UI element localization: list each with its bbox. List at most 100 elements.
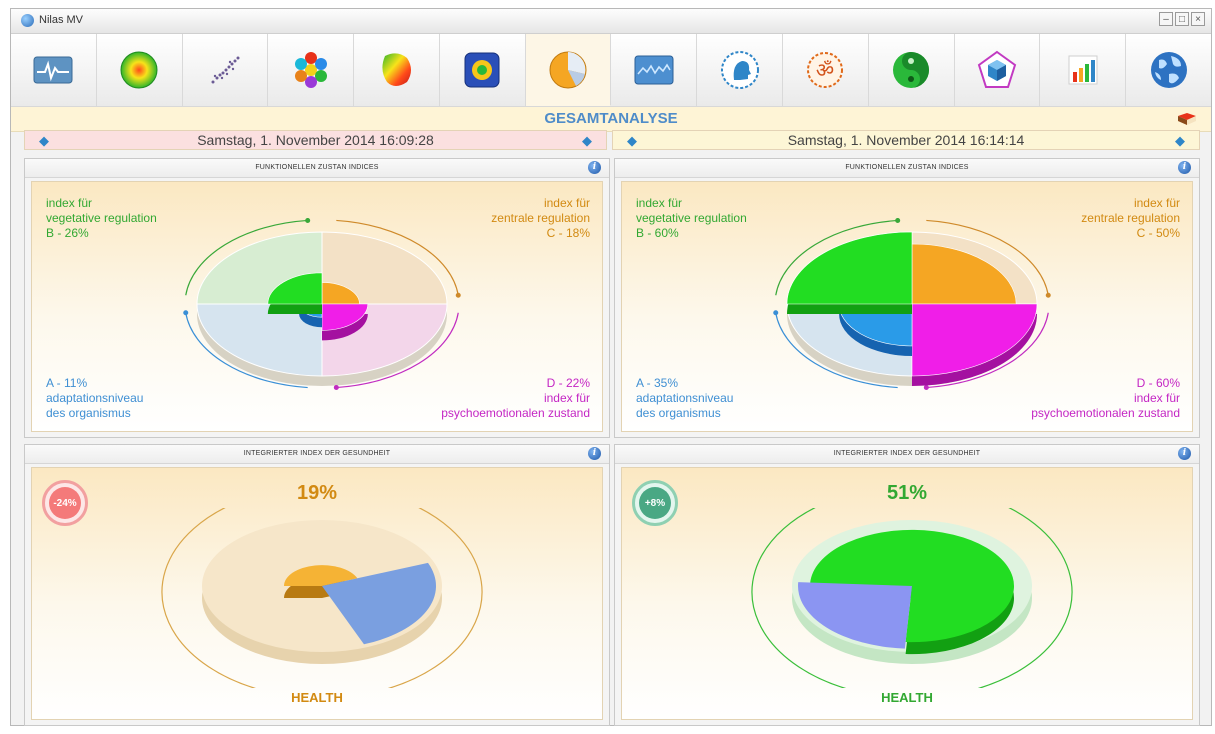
- toolbar-head-button[interactable]: [697, 34, 784, 106]
- wave-graph-icon: [634, 55, 674, 85]
- right-health-title: INTEGRIERTER INDEX DER GESUNDHEIT: [615, 445, 1199, 464]
- toolbar-globe-button[interactable]: [1126, 34, 1211, 106]
- a-label-line1: adaptationsniveau: [636, 391, 734, 405]
- d-label-line2: psychoemotionalen zustand: [1031, 406, 1180, 420]
- right-functional-panel: FUNKTIONELLEN ZUSTAN INDICES i index für…: [614, 158, 1200, 438]
- right-functional-body: index für vegetative regulation B - 60% …: [621, 181, 1193, 432]
- c-value: C - 18%: [546, 226, 590, 240]
- toolbar-heatmap-button[interactable]: [354, 34, 440, 106]
- toolbar-bar-button[interactable]: [1040, 34, 1127, 106]
- toolbar-scatter-button[interactable]: [183, 34, 269, 106]
- right-date-bar: ◆ Samstag, 1. November 2014 16:14:14 ◆: [612, 130, 1200, 150]
- left-health-label: HEALTH: [291, 690, 343, 705]
- right-functional-pie: [773, 218, 1051, 391]
- info-icon[interactable]: i: [588, 161, 601, 174]
- health-remainder-sector: [798, 582, 912, 649]
- b-label-line1: index für: [46, 196, 93, 210]
- left-functional-pie: [183, 218, 461, 391]
- right-functional-title: FUNKTIONELLEN ZUSTAN INDICES: [615, 159, 1199, 178]
- a-value: A - 35%: [636, 376, 679, 390]
- window-title: Nilas MV: [39, 14, 84, 26]
- a-label-line2: des organismus: [636, 406, 721, 420]
- b-label-line2: vegetative regulation: [636, 211, 747, 225]
- sector-d: [911, 303, 1038, 377]
- rotation-arrowhead-d: [333, 385, 339, 391]
- molecule-icon: [294, 52, 327, 88]
- toolbar-wave-button[interactable]: [611, 34, 698, 106]
- book-icon[interactable]: [1177, 112, 1197, 126]
- toolbar-pentagon-button[interactable]: [955, 34, 1041, 106]
- rotation-arrowhead-a: [773, 310, 779, 316]
- right-next-arrow-icon[interactable]: ◆: [1175, 132, 1185, 150]
- toolbar-pie-button[interactable]: [525, 34, 612, 106]
- toolbar-om-button[interactable]: ॐ: [783, 34, 869, 106]
- a-value: A - 11%: [46, 376, 88, 390]
- info-icon[interactable]: i: [588, 447, 601, 460]
- title-bar: Nilas MV – □ ×: [11, 9, 1211, 34]
- right-c-label: index für zentrale regulation C - 50%: [1081, 196, 1180, 241]
- toolbar: ॐ: [11, 34, 1211, 107]
- left-functional-title: FUNKTIONELLEN ZUSTAN INDICES: [25, 159, 609, 178]
- right-prev-arrow-icon[interactable]: ◆: [627, 132, 637, 150]
- toolbar-monitor-button[interactable]: [11, 34, 97, 106]
- frequency-map-icon: [464, 52, 500, 88]
- left-health-percent: 19%: [296, 482, 338, 504]
- section-header: GESAMTANALYSE: [11, 107, 1211, 132]
- c-label-line2: zentrale regulation: [491, 211, 590, 225]
- left-health-body: -24% 19% HEALTH: [31, 467, 603, 720]
- pentagon-cube-icon: [977, 50, 1017, 88]
- c-label-line1: index für: [1133, 196, 1180, 210]
- right-health-body: +8% 51% HEALTH: [621, 467, 1193, 720]
- a-label-line1: adaptationsniveau: [46, 391, 144, 405]
- left-health-title: INTEGRIERTER INDEX DER GESUNDHEIT: [25, 445, 609, 464]
- toolbar-radial-button[interactable]: [97, 34, 183, 106]
- toolbar-yinyang-button[interactable]: [869, 34, 955, 106]
- left-functional-body: index für vegetative regulation B - 26% …: [31, 181, 603, 432]
- radial-gradient-icon: [120, 51, 158, 89]
- c-label-line2: zentrale regulation: [1081, 211, 1180, 225]
- toolbar-molecule-button[interactable]: [268, 34, 355, 106]
- minimize-button[interactable]: –: [1159, 12, 1173, 26]
- left-date-bar: ◆ Samstag, 1. November 2014 16:09:28 ◆: [24, 130, 607, 150]
- left-health-panel: INTEGRIERTER INDEX DER GESUNDHEIT i -24%…: [24, 444, 610, 726]
- close-button[interactable]: ×: [1191, 12, 1205, 26]
- left-a-label: A - 11% adaptationsniveau des organismus: [46, 376, 143, 421]
- c-label-line1: index für: [543, 196, 590, 210]
- left-date-text: Samstag, 1. November 2014 16:09:28: [197, 132, 434, 148]
- rotation-arrowhead-c: [455, 292, 461, 298]
- right-health-panel: INTEGRIERTER INDEX DER GESUNDHEIT i +8% …: [614, 444, 1200, 726]
- svg-text:ॐ: ॐ: [816, 58, 834, 82]
- app-globe-icon: [21, 14, 34, 27]
- left-prev-arrow-icon[interactable]: ◆: [39, 132, 49, 150]
- info-icon[interactable]: i: [1178, 161, 1191, 174]
- heatmap-icon: [381, 53, 411, 86]
- b-label-line1: index für: [636, 196, 683, 210]
- rotation-arrowhead-b: [895, 218, 901, 223]
- info-icon[interactable]: i: [1178, 447, 1191, 460]
- left-c-label: index für zentrale regulation C - 18%: [491, 196, 590, 241]
- left-health-pie: [161, 508, 483, 688]
- bar-chart-icon: [1068, 55, 1098, 85]
- maximize-button[interactable]: □: [1175, 12, 1189, 26]
- d-label-line2: psychoemotionalen zustand: [441, 406, 590, 420]
- globe-icon: [1150, 52, 1187, 88]
- left-next-arrow-icon[interactable]: ◆: [582, 132, 592, 150]
- yin-yang-icon: [893, 52, 930, 88]
- monitor-waveform-icon: [33, 56, 73, 84]
- rotation-arrowhead-d: [923, 385, 929, 391]
- scatter-dots-icon: [211, 56, 240, 84]
- right-health-pie: [751, 508, 1073, 688]
- pie-chart-icon: [549, 51, 587, 88]
- toolbar-frequency-button[interactable]: [440, 34, 526, 106]
- a-label-line2: des organismus: [46, 406, 131, 420]
- right-date-text: Samstag, 1. November 2014 16:14:14: [787, 132, 1025, 148]
- rotation-arrowhead-a: [183, 310, 189, 316]
- b-value: B - 26%: [46, 226, 89, 240]
- right-b-label: index für vegetative regulation B - 60%: [636, 196, 747, 241]
- head-profile-icon: [720, 51, 759, 89]
- om-icon: ॐ: [807, 52, 844, 88]
- left-functional-panel: FUNKTIONELLEN ZUSTAN INDICES i index für…: [24, 158, 610, 438]
- rotation-arrowhead-c: [1045, 292, 1051, 298]
- right-a-label: A - 35% adaptationsniveau des organismus: [636, 376, 733, 421]
- b-value: B - 60%: [636, 226, 679, 240]
